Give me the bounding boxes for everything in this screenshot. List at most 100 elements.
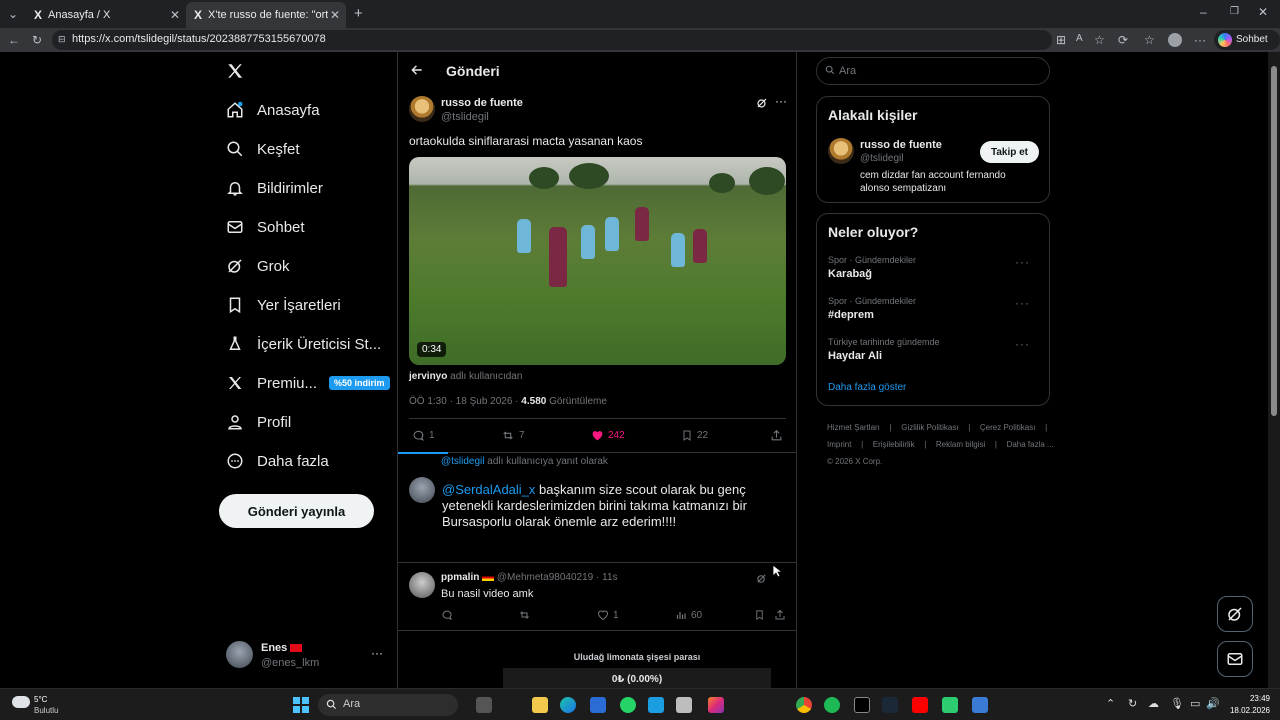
retweet-button[interactable]: 7 xyxy=(501,429,525,442)
author-name[interactable]: russo de fuente xyxy=(441,97,523,109)
url-field[interactable]: ⊟ https://x.com/tslidegil/status/2023887… xyxy=(52,30,1052,50)
weather-cloud-icon[interactable] xyxy=(12,696,30,708)
tab-list-chevron-icon[interactable]: ⌄ xyxy=(8,7,18,21)
maximize-icon[interactable]: ❐ xyxy=(1230,6,1239,17)
file-explorer-icon[interactable] xyxy=(532,697,548,713)
footer-link[interactable]: Reklam bilgisi xyxy=(936,440,985,449)
reply-bookmark-button[interactable] xyxy=(754,609,769,621)
account-more-icon[interactable]: ··· xyxy=(371,646,383,660)
reply-author-name[interactable]: ppmalin xyxy=(441,572,479,583)
tray-mic-icon[interactable]: 🎙 xyxy=(1170,697,1184,710)
person-name[interactable]: russo de fuente xyxy=(860,139,942,151)
reply-author-handle[interactable]: @Mehmeta98040219 · 11s xyxy=(497,572,618,583)
nav-creator-studio[interactable]: İçerik Üreticisi St... xyxy=(226,327,381,361)
like-button[interactable]: 242 xyxy=(591,429,625,442)
nav-messages[interactable]: Sohbet xyxy=(226,210,305,244)
trend-more-icon[interactable]: ··· xyxy=(1015,296,1030,310)
scrollbar-thumb[interactable] xyxy=(1271,66,1277,416)
app-icon[interactable] xyxy=(676,697,692,713)
bookmark-button[interactable]: 22 xyxy=(681,429,708,442)
attribution-user[interactable]: jervinyo xyxy=(409,371,447,382)
menu-dots-icon[interactable]: ··· xyxy=(1194,33,1206,47)
messages-fab-button[interactable] xyxy=(1217,641,1253,677)
person-avatar[interactable] xyxy=(828,138,854,164)
tweet-more-icon[interactable]: ··· xyxy=(775,94,787,108)
search-input[interactable]: Ara xyxy=(816,57,1050,85)
footer-link[interactable]: Çerez Politikası xyxy=(980,423,1036,432)
profile-avatar-icon[interactable] xyxy=(1168,33,1182,47)
trend-item[interactable]: Spor · Gündemdekiler Karabağ ··· xyxy=(828,255,1040,280)
share-button[interactable] xyxy=(770,429,787,442)
account-switcher[interactable]: Enes @enes_lkm ··· xyxy=(226,638,386,674)
back-icon[interactable]: ← xyxy=(8,33,20,47)
reply-share-button[interactable] xyxy=(774,609,790,621)
back-arrow-icon[interactable] xyxy=(410,63,424,77)
windows-start-icon[interactable] xyxy=(293,697,309,713)
footer-link[interactable]: Erişilebilirlik xyxy=(873,440,915,449)
tray-cloud-icon[interactable]: ☁ xyxy=(1148,697,1159,710)
reply-author-avatar[interactable] xyxy=(409,572,435,598)
grok-fab-button[interactable] xyxy=(1217,596,1253,632)
spotify-icon[interactable] xyxy=(824,697,840,713)
nav-explore[interactable]: Keşfet xyxy=(226,132,300,166)
close-icon[interactable]: ✕ xyxy=(170,8,180,22)
x-logo-icon[interactable] xyxy=(226,62,246,82)
clock-time[interactable]: 23:49 xyxy=(1226,694,1270,703)
tray-sync-icon[interactable]: ↻ xyxy=(1128,697,1137,710)
app-icon[interactable]: ⊞ xyxy=(1056,33,1066,47)
tab-home[interactable]: X Anasayfa / X ✕ xyxy=(26,2,186,28)
x-app-icon[interactable] xyxy=(854,697,870,713)
edge-icon[interactable] xyxy=(560,697,576,713)
nav-more[interactable]: Daha fazla xyxy=(226,444,329,478)
minimize-icon[interactable]: – xyxy=(1200,5,1207,19)
post-button[interactable]: Gönderi yayınla xyxy=(219,494,374,528)
reply-context-handle[interactable]: @tslidegil xyxy=(441,456,485,467)
reply-views-button[interactable]: 60 xyxy=(675,609,702,621)
nav-notifications[interactable]: Bildirimler xyxy=(226,171,323,205)
favorites-icon[interactable]: ☆ xyxy=(1144,33,1155,47)
reply-button[interactable]: 1 xyxy=(412,429,435,442)
trend-more-icon[interactable]: ··· xyxy=(1015,337,1030,351)
clock-date[interactable]: 18.02.2026 xyxy=(1226,706,1270,715)
grok-explain-icon[interactable] xyxy=(756,97,768,109)
tweet-video[interactable]: 0:34 xyxy=(409,157,786,365)
tray-volume-icon[interactable]: 🔊 xyxy=(1206,697,1220,710)
extensions-icon[interactable]: ⟳ xyxy=(1118,33,1128,47)
grok-explain-icon[interactable] xyxy=(756,573,767,584)
tweet-time[interactable]: ÖÖ 1:30 · 18 Şub 2026 · xyxy=(409,396,519,407)
copilot-button[interactable]: Sohbet et xyxy=(1214,30,1280,65)
page-scrollbar[interactable] xyxy=(1268,52,1280,688)
read-aloud-icon[interactable]: A xyxy=(1076,33,1083,44)
nav-bookmarks[interactable]: Yer İşaretleri xyxy=(226,288,341,322)
trend-item[interactable]: Spor · Gündemdekiler #deprem ··· xyxy=(828,296,1040,321)
store-icon[interactable] xyxy=(590,697,606,713)
trend-more-icon[interactable]: ··· xyxy=(1015,255,1030,269)
reply-like-button[interactable]: 1 xyxy=(597,609,619,621)
instagram-icon[interactable] xyxy=(708,697,724,713)
whatsapp-icon[interactable] xyxy=(620,697,636,713)
follow-button[interactable]: Takip et xyxy=(980,141,1039,163)
footer-link[interactable]: Imprint xyxy=(827,440,851,449)
trend-item[interactable]: Türkiye tarihinde gündemde Haydar Ali ··… xyxy=(828,337,1040,362)
steam-icon[interactable] xyxy=(882,697,898,713)
footer-link[interactable]: Gizlilik Politikası xyxy=(901,423,958,432)
new-tab-icon[interactable]: + xyxy=(354,5,363,22)
skype-icon[interactable] xyxy=(648,697,664,713)
tray-chevron-icon[interactable]: ⌃ xyxy=(1106,697,1115,710)
person-handle[interactable]: @tslidegil xyxy=(860,153,904,164)
app-icon[interactable] xyxy=(942,697,958,713)
chrome-icon[interactable] xyxy=(796,697,812,713)
nav-profile[interactable]: Profil xyxy=(226,405,291,439)
tray-network-icon[interactable]: ▭ xyxy=(1190,697,1200,710)
show-more-link[interactable]: Daha fazla göster xyxy=(828,382,906,393)
task-view-icon[interactable] xyxy=(476,697,492,713)
tab-tweet[interactable]: X X'te russo de fuente: "ortaokulda ✕ xyxy=(186,2,346,28)
nav-grok[interactable]: Grok xyxy=(226,249,290,283)
reply-input[interactable]: @SerdalAdali_x başkanım size scout olara… xyxy=(442,482,772,530)
reload-icon[interactable]: ↻ xyxy=(32,33,42,47)
close-icon[interactable]: ✕ xyxy=(330,8,340,22)
author-avatar[interactable] xyxy=(409,96,435,122)
footer-link[interactable]: Hizmet Şartları xyxy=(827,423,880,432)
site-info-icon[interactable]: ⊟ xyxy=(58,34,66,45)
reply-retweet-button[interactable] xyxy=(518,609,535,621)
